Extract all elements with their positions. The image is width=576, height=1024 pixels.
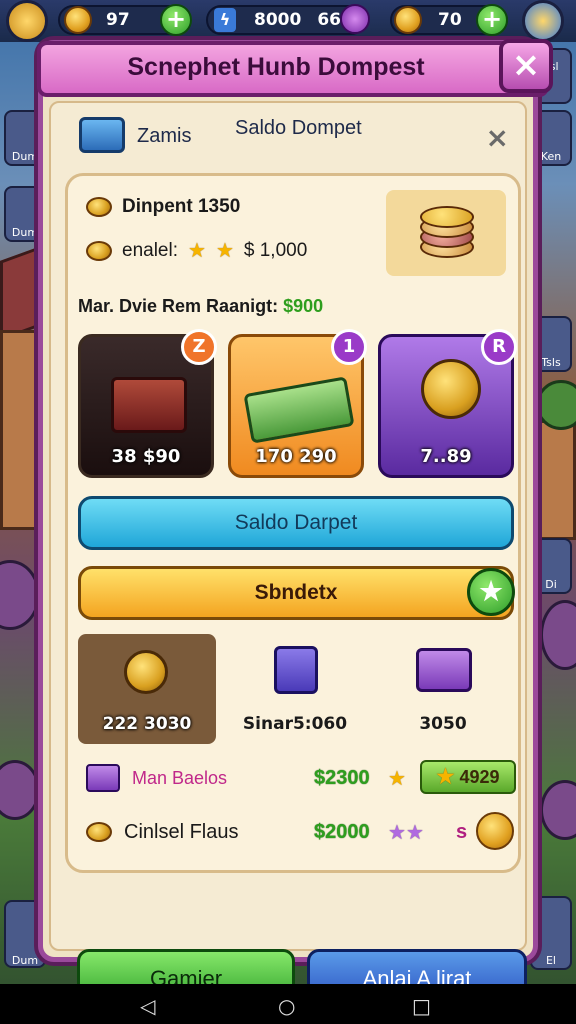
balance-text: Dinpent 1350 — [122, 196, 241, 217]
pill-value: 4929 — [459, 767, 500, 787]
coin-icon — [476, 812, 514, 850]
wallet-card: Dinpent 1350 enalel: ★ ★ $ 1,000 Mar. Dv… — [65, 173, 521, 873]
offer-badge: Z — [181, 329, 217, 365]
offer-value: 38 $90 — [111, 446, 181, 467]
reward-money: $2300 — [314, 766, 370, 789]
cash-icon — [243, 376, 355, 444]
player-avatar[interactable] — [6, 0, 48, 42]
gold-stack-icon — [394, 6, 422, 34]
energy-value: 8000 — [254, 10, 302, 30]
purple-chest-icon — [416, 648, 472, 692]
reward-row[interactable]: Man Baelos $2300 ★ ★ 4929 — [86, 758, 516, 798]
coin-icon — [86, 197, 112, 217]
star-icon: ★ — [188, 240, 206, 262]
menu-badge[interactable] — [522, 0, 564, 42]
reward-money: $2000 — [314, 820, 370, 843]
chest-icon — [79, 117, 125, 153]
box-icon — [274, 646, 318, 694]
home-icon[interactable]: ○ — [278, 994, 295, 1018]
recent-apps-icon[interactable]: □ — [412, 994, 431, 1018]
gold-coin-icon — [421, 359, 481, 419]
rating-line: enalel: ★ ★ $ 1,000 — [86, 238, 307, 263]
max-rate-value: $900 — [283, 296, 324, 316]
gold-value: 70 — [438, 10, 462, 30]
coin-icon — [86, 822, 112, 842]
system-navbar: ◁ ○ □ — [0, 984, 576, 1024]
reward-label: Man Baelos — [132, 767, 228, 788]
background-bush — [540, 600, 576, 670]
coin-icon — [64, 6, 92, 34]
wallet-label: Saldo Dompet — [235, 117, 362, 139]
offer-value: 7..89 — [420, 446, 472, 467]
add-gold-button[interactable]: + — [476, 4, 508, 36]
gems-value: 66 — [317, 10, 341, 30]
background-bush — [0, 560, 40, 630]
modal-body: Zamis Saldo Dompet × Dinpent 1350 enalel… — [49, 101, 527, 1009]
offer-card-gold[interactable]: R 7..89 — [378, 329, 517, 478]
mini-value: 222 3030 — [102, 714, 192, 734]
briefcase-icon — [111, 377, 187, 433]
submit-bar-button[interactable]: Sbndetx ★ — [78, 566, 515, 620]
player-name: Zamis — [137, 125, 192, 147]
star-icon: ★ — [405, 821, 424, 844]
modal-title: Scnephet Hunb Dompest — [127, 53, 425, 81]
resource-bar: 97 + ϟ 8000 66 70 + — [0, 0, 576, 42]
offer-badge: 1 — [331, 329, 367, 365]
star-icon: ★ — [388, 767, 406, 790]
wallet-modal: Scnephet Hunb Dompest × Zamis Saldo Domp… — [37, 39, 553, 1009]
back-icon[interactable]: ◁ — [140, 994, 155, 1018]
purple-box-icon — [86, 764, 120, 792]
star-icon: ★ — [436, 766, 455, 788]
offer-value: 170 290 — [255, 446, 337, 467]
background-house — [534, 420, 576, 540]
star-pair: ★★ — [388, 820, 424, 845]
reward-label: Cinlsel Flaus — [124, 820, 239, 843]
mini-card-chest[interactable]: 3050 — [374, 634, 512, 744]
star-icon: ★ — [215, 240, 234, 262]
rating-label: enalel: — [122, 239, 178, 261]
stack-coin — [420, 206, 474, 228]
coin-stack-icon — [124, 650, 168, 694]
max-rate-label: Mar. Dvie Rem Raanigt: — [78, 296, 279, 316]
mini-card-coins[interactable]: 222 3030 — [78, 634, 216, 744]
balance-line: Dinpent 1350 — [86, 196, 240, 218]
offer-badge: R — [481, 329, 517, 365]
modal-header: Scnephet Hunb Dompest × — [37, 39, 553, 97]
background-bush — [0, 760, 40, 820]
offer-card-cash[interactable]: 1 170 290 — [228, 329, 367, 478]
reward-pill: ★ 4929 — [420, 760, 516, 794]
reward-s-mark: s — [456, 820, 468, 843]
wallet-header-row: Zamis Saldo Dompet × — [65, 117, 515, 157]
star-icon[interactable]: ★ — [467, 568, 515, 616]
coin-stack-image — [386, 190, 506, 276]
dismiss-icon[interactable]: × — [486, 121, 509, 154]
max-rate-line: Mar. Dvie Rem Raanigt: $900 — [78, 296, 323, 317]
submit-bar-label: Sbndetx — [254, 581, 338, 604]
mini-value: Sinar5:060 — [242, 714, 348, 734]
background-bush — [540, 780, 576, 840]
rating-value: $ 1,000 — [243, 239, 308, 261]
star-icon: ★ — [388, 821, 406, 844]
coin-icon — [86, 240, 112, 261]
add-coins-button[interactable]: + — [160, 4, 192, 36]
gem-icon — [340, 4, 370, 34]
close-button[interactable]: × — [499, 39, 553, 93]
coins-value: 97 — [106, 10, 130, 30]
mini-card-box[interactable]: Sinar5:060 — [226, 634, 364, 744]
wallet-balance-button[interactable]: Saldo Darpet — [78, 496, 514, 550]
mini-value: 3050 — [419, 714, 467, 734]
reward-row[interactable]: Cinlsel Flaus $2000 ★★ s — [86, 812, 514, 852]
offer-card-chest[interactable]: Z 38 $90 — [78, 329, 217, 478]
lightning-icon: ϟ — [214, 8, 236, 32]
